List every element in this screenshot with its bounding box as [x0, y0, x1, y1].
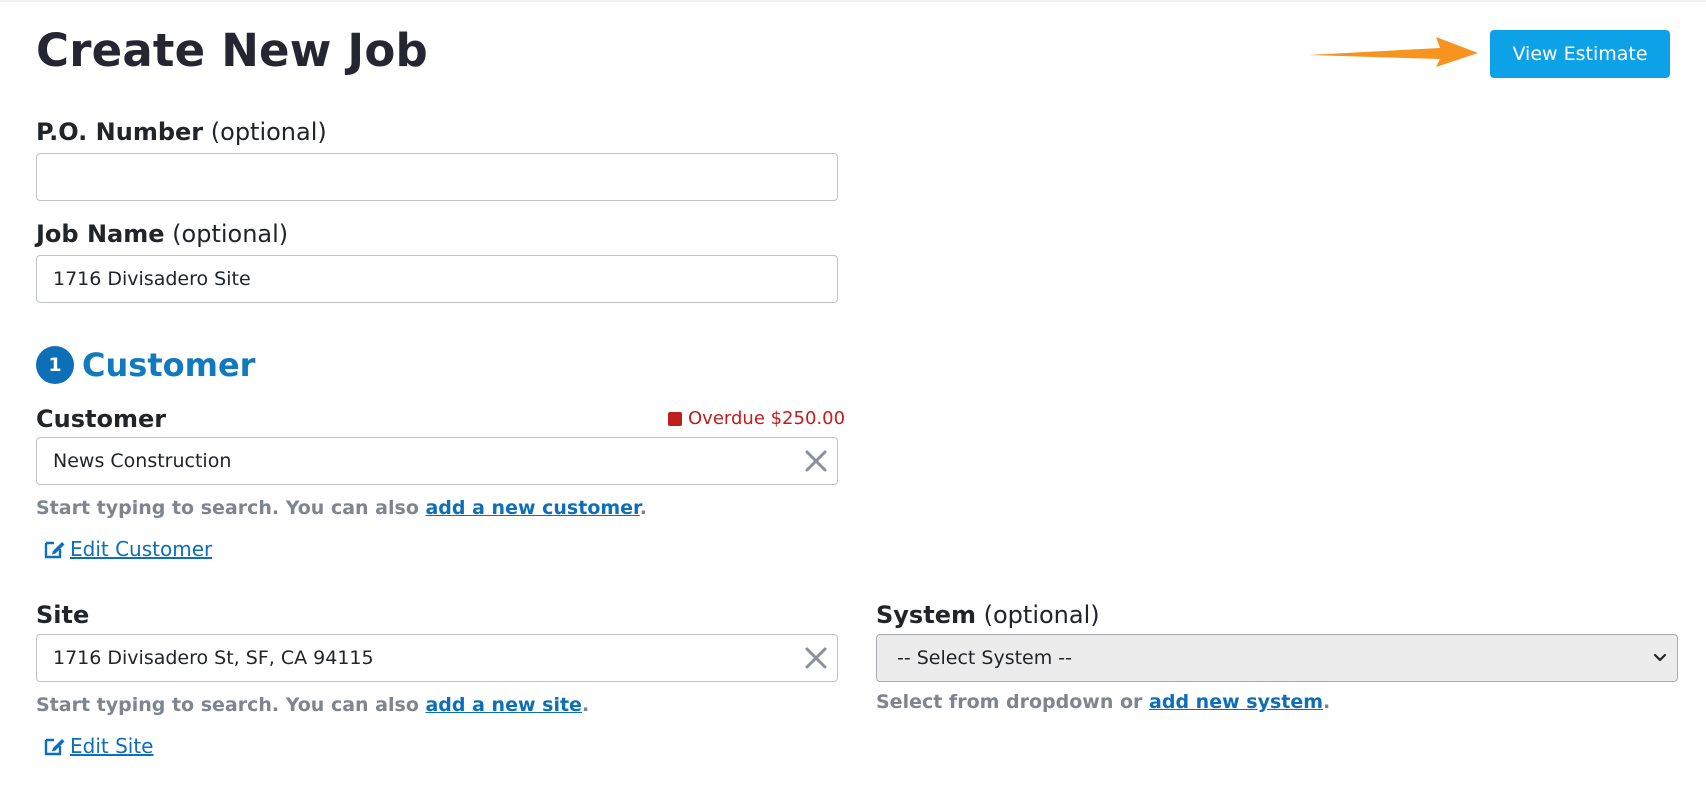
customer-section-header: 1 Customer: [36, 346, 255, 384]
overdue-text: Overdue $250.00: [688, 408, 846, 429]
system-label: System (optional): [876, 601, 1100, 629]
clear-site-icon[interactable]: [802, 644, 830, 672]
section-title: Customer: [82, 346, 256, 384]
page-title: Create New Job: [36, 24, 428, 77]
job-name-label: Job Name (optional): [36, 220, 288, 248]
job-name-optional: (optional): [172, 220, 289, 248]
system-help-text: Select from dropdown or add new system.: [876, 691, 1330, 713]
edit-icon: [44, 738, 65, 756]
chevron-down-icon: [1653, 653, 1667, 662]
customer-label-text: Customer: [36, 405, 167, 433]
view-estimate-button[interactable]: View Estimate: [1490, 30, 1670, 78]
edit-icon: [44, 541, 65, 559]
clear-customer-icon[interactable]: [802, 447, 830, 475]
system-label-text: System: [876, 601, 976, 629]
system-optional: (optional): [983, 601, 1100, 629]
customer-help-suffix: .: [639, 497, 647, 519]
site-label-text: Site: [36, 601, 90, 629]
add-new-system-link[interactable]: add new system: [1149, 691, 1323, 713]
system-help-suffix: .: [1323, 691, 1331, 713]
site-label: Site: [36, 601, 89, 629]
site-help-text: Start typing to search. You can also add…: [36, 694, 589, 716]
system-select[interactable]: -- Select System --: [876, 634, 1678, 682]
system-selected-value: -- Select System --: [897, 647, 1073, 669]
site-search-input[interactable]: [36, 634, 838, 682]
add-new-site-link[interactable]: add a new site: [425, 694, 581, 716]
po-number-input[interactable]: [36, 153, 838, 201]
customer-search-input[interactable]: [36, 437, 838, 485]
edit-site-link[interactable]: Edit Site: [44, 734, 154, 758]
edit-customer-label: Edit Customer: [70, 537, 213, 561]
edit-customer-link[interactable]: Edit Customer: [44, 537, 212, 561]
site-help-prefix: Start typing to search. You can also: [36, 694, 426, 716]
customer-label: Customer: [36, 405, 166, 433]
po-number-optional: (optional): [210, 118, 327, 146]
system-help-prefix: Select from dropdown or: [876, 691, 1150, 713]
job-name-input[interactable]: [36, 255, 838, 303]
annotation-arrow-icon: [1308, 37, 1478, 67]
step-number-badge: 1: [36, 346, 74, 384]
top-border: [0, 0, 1706, 2]
overdue-badge: Overdue $250.00: [668, 408, 845, 429]
job-name-label-text: Job Name: [36, 220, 165, 248]
site-help-suffix: .: [581, 694, 590, 716]
edit-site-label: Edit Site: [70, 734, 154, 758]
customer-help-text: Start typing to search. You can also add…: [36, 497, 647, 519]
overdue-square-icon: [668, 411, 682, 426]
customer-help-prefix: Start typing to search. You can also: [36, 497, 426, 519]
po-number-label: P.O. Number (optional): [36, 118, 327, 146]
po-number-label-text: P.O. Number: [36, 118, 204, 146]
add-new-customer-link[interactable]: add a new customer: [425, 497, 639, 519]
